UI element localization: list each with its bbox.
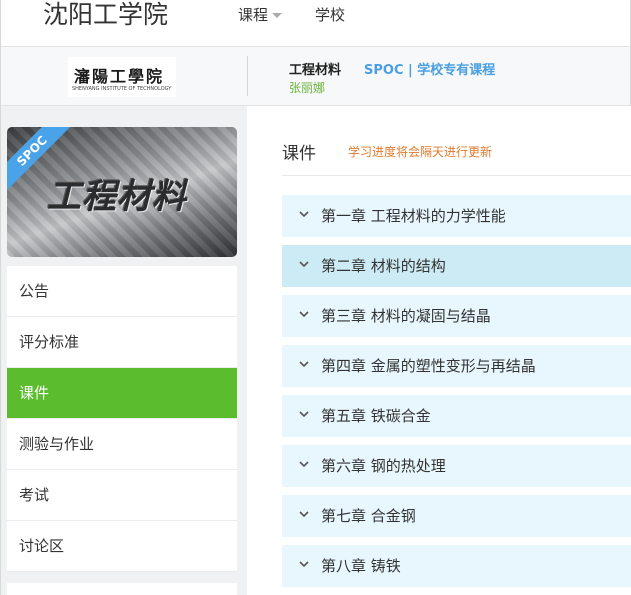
school-logo[interactable]: 瀋陽工學院 SHENYANG INSTITUTE OF TECHNOLOGY (68, 57, 176, 97)
chapter-item[interactable]: 第二章 材料的结构 (282, 245, 631, 287)
chapter-label: 第八章 铸铁 (321, 557, 401, 575)
header-divider (247, 56, 248, 96)
chapter-item[interactable]: 第七章 合金钢 (282, 495, 631, 537)
chapter-item[interactable]: 第六章 钢的热处理 (282, 445, 631, 487)
teacher-name[interactable]: 张丽娜 (289, 79, 325, 96)
chevron-down-icon (299, 261, 309, 268)
chevron-down-icon (299, 511, 309, 518)
sidebar-item-exams[interactable]: 考试 (7, 470, 237, 521)
chapter-item[interactable]: 第八章 铸铁 (282, 545, 631, 587)
school-logo-en: SHENYANG INSTITUTE OF TECHNOLOGY (72, 86, 172, 92)
chevron-down-icon (299, 461, 309, 468)
course-cover-image: 工程材料 SPOC (7, 127, 237, 257)
course-name: 工程材料 (289, 63, 342, 78)
chevron-down-icon (299, 361, 309, 368)
chapter-list: 第一章 工程材料的力学性能 第二章 材料的结构 第三章 材料的凝固与结晶 第四章… (282, 195, 631, 595)
sidebar-extra-panel (7, 583, 237, 595)
chevron-down-icon (299, 211, 309, 218)
nav-course-label: 课程 (238, 6, 269, 24)
chapter-label: 第三章 材料的凝固与结晶 (321, 307, 491, 325)
chapter-item[interactable]: 第五章 铁碳合金 (282, 395, 631, 437)
sidebar-item-quizzes[interactable]: 测验与作业 (7, 419, 237, 470)
site-title[interactable]: 沈阳工学院 (43, 0, 168, 30)
top-navbar: 沈阳工学院 课程 学校 (0, 0, 631, 46)
cover-title: 工程材料 (47, 177, 187, 217)
chapter-label: 第七章 合金钢 (321, 507, 416, 525)
chevron-down-icon (299, 311, 309, 318)
caret-down-icon (272, 13, 283, 18)
chapter-label: 第一章 工程材料的力学性能 (321, 207, 506, 225)
nav-school-link[interactable]: 学校 (315, 4, 345, 25)
sidebar-item-forum[interactable]: 讨论区 (7, 521, 237, 572)
chapter-label: 第六章 钢的热处理 (321, 457, 446, 475)
sidebar-item-announcements[interactable]: 公告 (7, 266, 237, 317)
chevron-down-icon (299, 411, 309, 418)
chapter-label: 第五章 铁碳合金 (321, 407, 431, 425)
course-type-label: SPOC | 学校专有课程 (364, 63, 496, 78)
chapter-label: 第四章 金属的塑性变形与再结晶 (321, 357, 536, 375)
sidebar-nav: 公告 评分标准 课件 测验与作业 考试 讨论区 (7, 266, 237, 572)
course-header: 瀋陽工學院 SHENYANG INSTITUTE OF TECHNOLOGY 工… (0, 46, 631, 106)
section-divider (282, 175, 631, 176)
sidebar-item-grading[interactable]: 评分标准 (7, 317, 237, 368)
sidebar-item-courseware[interactable]: 课件 (7, 368, 237, 419)
chapter-label: 第二章 材料的结构 (321, 257, 446, 275)
chapter-item[interactable]: 第三章 材料的凝固与结晶 (282, 295, 631, 337)
chapter-item[interactable]: 第四章 金属的塑性变形与再结晶 (282, 345, 631, 387)
progress-note: 学习进度将会隔天进行更新 (348, 145, 493, 159)
nav-course-dropdown[interactable]: 课程 (238, 4, 283, 25)
chevron-down-icon (299, 561, 309, 568)
school-logo-cn: 瀋陽工學院 (74, 67, 165, 86)
chapter-item[interactable]: 第一章 工程材料的力学性能 (282, 195, 631, 237)
courseware-panel: 课件 学习进度将会隔天进行更新 第一章 工程材料的力学性能 第二章 材料的结构 … (247, 106, 631, 595)
section-title: 课件 (282, 144, 316, 164)
